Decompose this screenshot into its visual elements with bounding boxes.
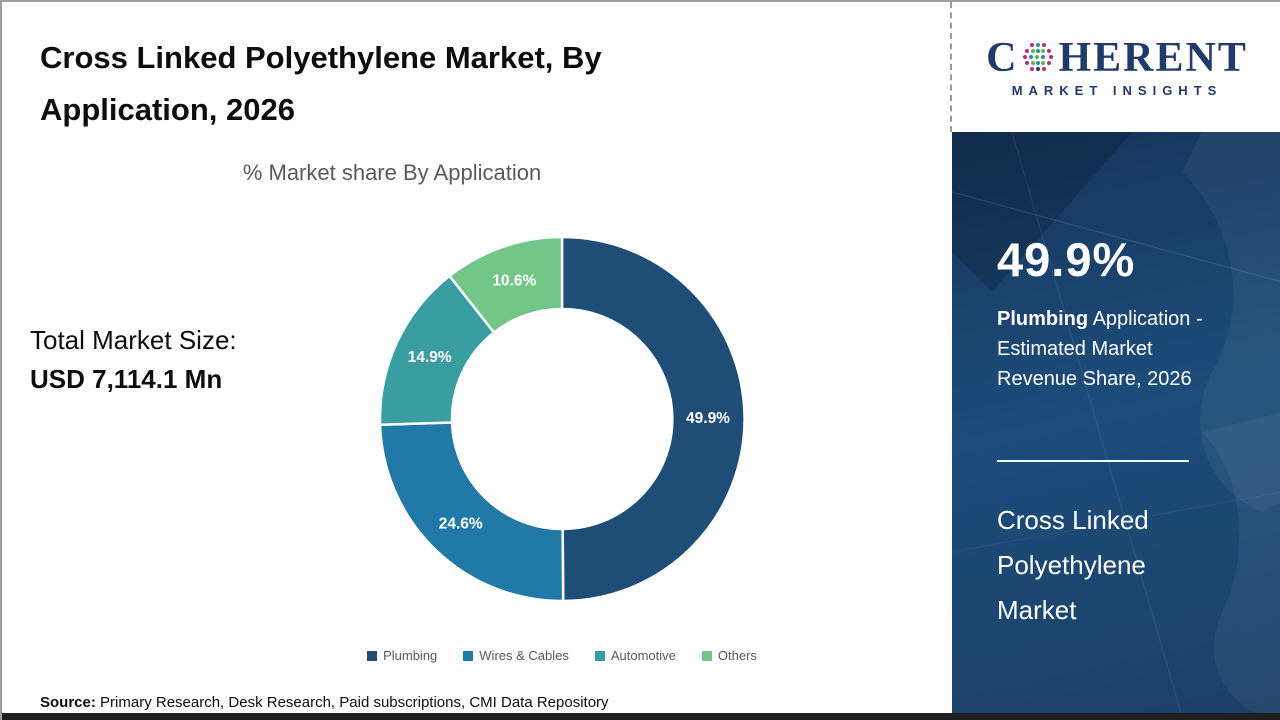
legend-swatch-icon (367, 650, 378, 661)
main-content: Cross Linked Polyethylene Market, By App… (2, 2, 952, 716)
legend-label: Automotive (610, 648, 676, 663)
legend-item-plumbing: Plumbing (367, 648, 437, 663)
chart-legend: Plumbing Wires & Cables Automotive Others (172, 648, 952, 663)
legend-label: Plumbing (383, 648, 438, 663)
panel-divider (997, 460, 1189, 462)
total-market-size: Total Market Size: USD 7,114.1 Mn (30, 320, 237, 398)
donut-label-10.6%: 10.6% (492, 273, 536, 290)
legend-item-automotive: Automotive (594, 648, 676, 663)
source-text: Primary Research, Desk Research, Paid su… (95, 694, 609, 711)
source-line: Source: Primary Research, Desk Research,… (40, 694, 609, 711)
highlight-description: Plumbing Application - Estimated Market … (997, 304, 1215, 394)
panel-footer-title: Cross Linked Polyethylene Market (997, 498, 1149, 633)
bottom-bar (2, 713, 1280, 720)
legend-swatch-icon (594, 650, 605, 661)
donut-chart: 49.9% 24.6% 14.9% 10.6% (378, 235, 746, 603)
logo-subtitle: MARKET INSIGHTS (1011, 82, 1223, 98)
donut-label-49.9%: 49.9% (686, 410, 730, 427)
donut-label-14.9%: 14.9% (408, 349, 452, 366)
total-market-label: Total Market Size: (30, 325, 237, 355)
legend-swatch-icon (463, 650, 474, 661)
highlight-segment: Plumbing (997, 308, 1089, 330)
panel-footer-line2: Polyethylene (997, 550, 1146, 580)
page-title-line1: Cross Linked Polyethylene Market, By (40, 40, 602, 75)
donut-label-24.6%: 24.6% (439, 516, 483, 533)
panel-footer-line1: Cross Linked (997, 505, 1149, 535)
coherent-globe-icon (1023, 42, 1054, 71)
donut-slice-wires-cables (378, 421, 565, 603)
legend-label: Wires & Cables (479, 648, 569, 663)
page-title-line2: Application, 2026 (40, 92, 295, 127)
panel-footer-line3: Market (997, 595, 1077, 625)
sidebar-panel: 49.9% Plumbing Application - Estimated M… (952, 132, 1280, 716)
source-label: Source: (40, 694, 96, 711)
logo-letter-c: C (986, 34, 1019, 81)
coherent-logo: C HERENT (986, 37, 1248, 79)
chart-subtitle: % Market share By Application (242, 160, 542, 185)
legend-swatch-icon (701, 650, 712, 661)
logo-letters-rest: HERENT (1058, 34, 1248, 81)
legend-label: Others (717, 648, 757, 663)
legend-item-others: Others (701, 648, 757, 663)
page-title: Cross Linked Polyethylene Market, By App… (40, 32, 720, 136)
highlight-value: 49.9% (997, 233, 1136, 286)
logo-zone: C HERENT MARKET INSIGHTS (950, 2, 1280, 132)
legend-item-wires-cables: Wires & Cables (463, 648, 569, 663)
total-market-value: USD 7,114.1 Mn (30, 364, 223, 394)
